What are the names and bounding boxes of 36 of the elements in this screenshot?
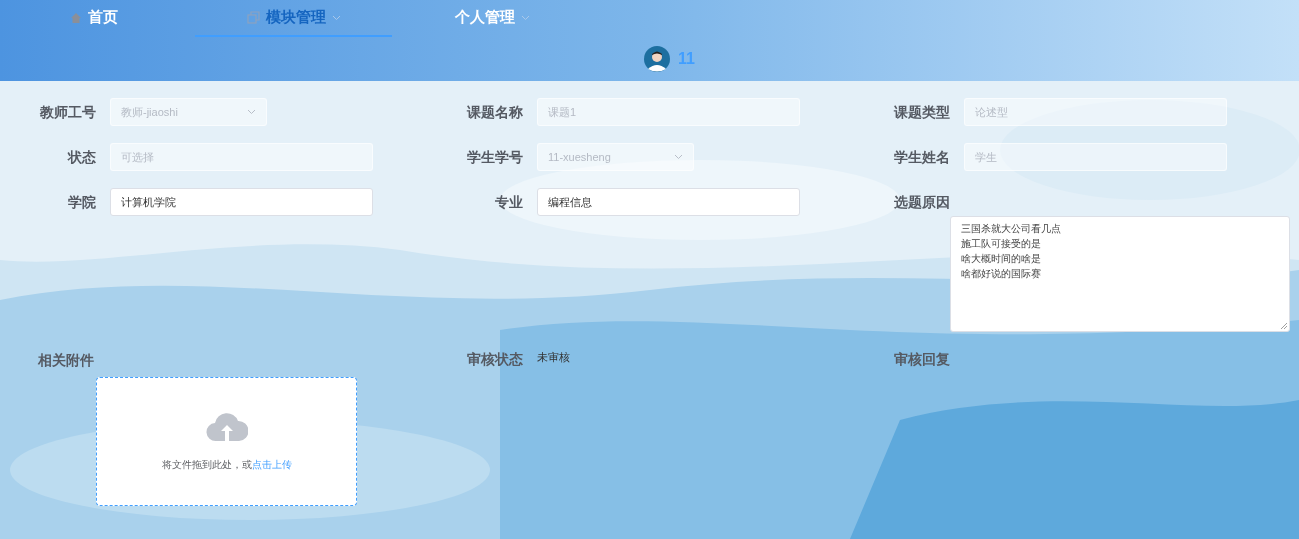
text-line: 施工队可接受的是 xyxy=(961,237,1041,251)
user-name: 11 xyxy=(678,49,695,69)
nav-item[interactable]: 首页 xyxy=(0,0,195,37)
field-label: 学生姓名 xyxy=(893,147,950,167)
nav-item[interactable]: 个人管理 xyxy=(392,0,592,37)
cloud-upload-icon xyxy=(205,411,248,443)
field-label: 状态 xyxy=(66,147,96,167)
field-label: 教师工号 xyxy=(39,102,96,122)
upload-hint: 将文件拖到此处，或 xyxy=(161,458,252,472)
field-label: 学生学号 xyxy=(466,147,523,167)
field-label: 课题类型 xyxy=(892,102,950,122)
textarea-field[interactable]: 三国杀就大公司看几点 施工队可接受的是 啥大概时间的啥是 啥都好说的国际赛 xyxy=(950,216,1290,332)
field-label: 审核状态 xyxy=(466,350,523,369)
text-line: 三国杀就大公司看几点 xyxy=(961,222,1061,236)
input-field[interactable]: 编程信息 xyxy=(537,188,800,216)
home-icon xyxy=(70,11,82,24)
field-label: 学院 xyxy=(67,192,96,212)
field-label: 专业 xyxy=(494,192,523,212)
chevron-down-icon xyxy=(520,14,530,21)
input-field[interactable]: 计算机学院 xyxy=(110,188,373,216)
field-label: 课题名称 xyxy=(465,102,523,122)
field-label: 审核回复 xyxy=(893,350,950,369)
copy-icon xyxy=(246,11,260,24)
field-label: 选题原因 xyxy=(893,192,950,212)
upload-dropzone[interactable]: 将文件拖到此处，或点击上传 xyxy=(96,377,357,506)
nav-item[interactable]: 模块管理 xyxy=(195,0,392,37)
text-line: 啥大概时间的啥是 xyxy=(961,252,1041,266)
avatar-icon xyxy=(644,46,671,72)
text-line: 啥都好说的国际赛 xyxy=(961,267,1041,281)
chevron-down-icon xyxy=(247,109,256,115)
resize-handle-icon[interactable] xyxy=(1280,322,1287,329)
upload-link[interactable]: 点击上传 xyxy=(251,457,292,472)
chevron-down-icon xyxy=(674,154,683,160)
field-label: 相关附件 xyxy=(37,350,94,370)
status-text: 未审核 xyxy=(537,350,570,365)
chevron-down-icon xyxy=(331,14,341,21)
